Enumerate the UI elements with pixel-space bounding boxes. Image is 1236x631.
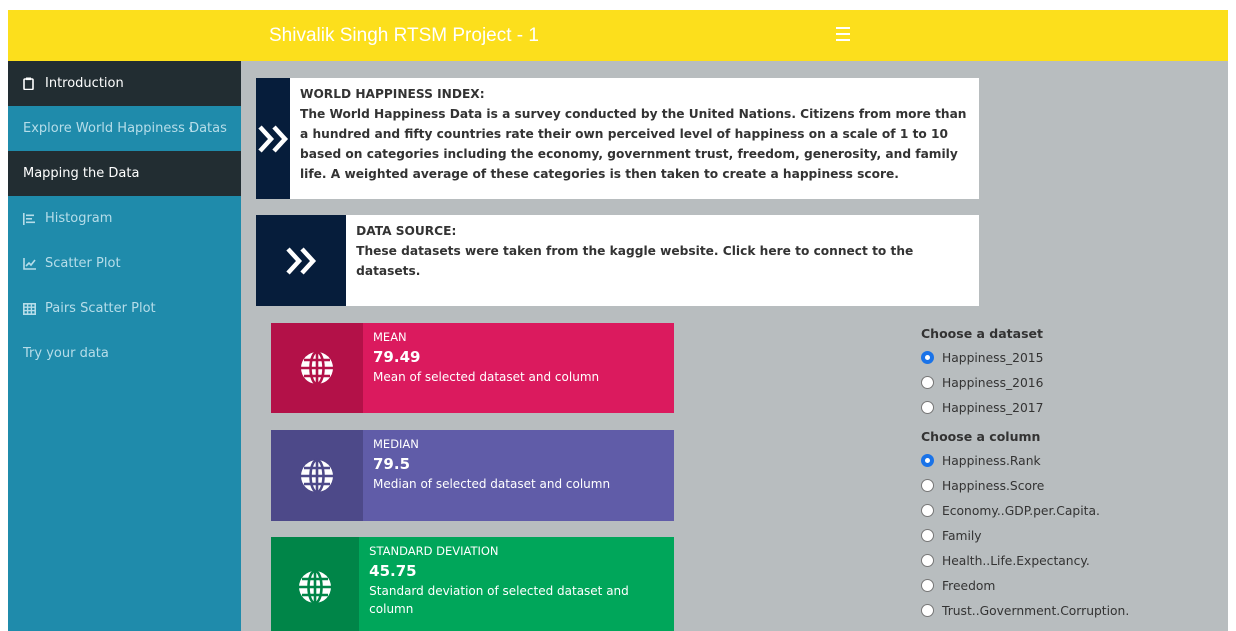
radio-button[interactable] bbox=[921, 479, 934, 492]
radio-label: Health..Life.Expectancy. bbox=[942, 553, 1090, 568]
column-radio-4[interactable]: Health..Life.Expectancy. bbox=[921, 548, 1221, 573]
info-box-data-source: DATA SOURCE: These datasets were taken f… bbox=[256, 215, 979, 306]
column-radio-group: Happiness.Rank Happiness.Score Economy..GD… bbox=[921, 448, 1221, 623]
radio-label: Trust..Government.Corruption. bbox=[942, 603, 1130, 618]
info-box-text: The World Happiness Data is a survey con… bbox=[300, 107, 967, 181]
info-box-world-happiness: WORLD HAPPINESS INDEX: The World Happine… bbox=[256, 78, 979, 199]
radio-button[interactable] bbox=[921, 401, 934, 414]
radio-label: Economy..GDP.per.Capita. bbox=[942, 503, 1100, 518]
radio-button[interactable] bbox=[921, 351, 934, 364]
stat-title: MEAN bbox=[373, 330, 407, 344]
sidebar-item-label: Explore World Happiness Datas bbox=[23, 121, 227, 136]
sidebar-item-try-data[interactable]: Try your data bbox=[8, 331, 241, 376]
dataset-radio-2[interactable]: Happiness_2017 bbox=[921, 395, 1221, 420]
stat-value: 79.5 bbox=[373, 455, 411, 473]
globe-icon bbox=[271, 537, 360, 631]
radio-label: Happiness_2015 bbox=[942, 350, 1044, 365]
column-radio-0[interactable]: Happiness.Rank bbox=[921, 448, 1221, 473]
radio-button[interactable] bbox=[921, 454, 934, 467]
dataset-radio-group: Happiness_2015 Happiness_2016 Happiness_20… bbox=[921, 345, 1221, 420]
column-radio-1[interactable]: Happiness.Score bbox=[921, 473, 1221, 498]
radio-label: Family bbox=[942, 528, 982, 543]
info-box-text[interactable]: These datasets were taken from the kaggl… bbox=[356, 241, 969, 281]
column-radio-5[interactable]: Freedom bbox=[921, 573, 1221, 598]
radio-button[interactable] bbox=[921, 554, 934, 567]
app-title: Shivalik Singh RTSM Project - 1 bbox=[269, 25, 539, 46]
stat-box-median: MEDIAN 79.5 Median of selected dataset a… bbox=[271, 430, 674, 521]
hamburger-menu-icon[interactable] bbox=[836, 27, 850, 41]
sidebar-item-mapping[interactable]: Mapping the Data bbox=[8, 151, 241, 196]
globe-icon bbox=[271, 430, 363, 521]
stat-box-std-dev: STANDARD DEVIATION 45.75 Standard deviat… bbox=[271, 537, 674, 631]
top-header: Shivalik Singh RTSM Project - 1 bbox=[8, 10, 1228, 61]
list-icon bbox=[23, 212, 41, 225]
input-controls: Choose a dataset Happiness_2015 Happiness… bbox=[921, 323, 1221, 623]
sidebar-item-explore[interactable]: Explore World Happiness Datas ‹ bbox=[8, 106, 241, 151]
column-radio-3[interactable]: Family bbox=[921, 523, 1221, 548]
globe-icon bbox=[271, 323, 363, 413]
stat-title: MEDIAN bbox=[373, 437, 419, 451]
radio-button[interactable] bbox=[921, 529, 934, 542]
column-radio-2[interactable]: Economy..GDP.per.Capita. bbox=[921, 498, 1221, 523]
stat-desc: Standard deviation of selected dataset a… bbox=[369, 584, 629, 616]
radio-button[interactable] bbox=[921, 604, 934, 617]
stat-title: STANDARD DEVIATION bbox=[369, 544, 499, 558]
radio-label: Happiness_2016 bbox=[942, 375, 1044, 390]
sidebar-item-label: Pairs Scatter Plot bbox=[45, 301, 156, 316]
dataset-label: Choose a dataset bbox=[921, 326, 1043, 341]
radio-button[interactable] bbox=[921, 579, 934, 592]
table-icon bbox=[23, 302, 41, 315]
sidebar-item-label: Introduction bbox=[45, 76, 124, 91]
main-content: WORLD HAPPINESS INDEX: The World Happine… bbox=[241, 61, 1228, 631]
sidebar-item-introduction[interactable]: Introduction bbox=[8, 61, 241, 106]
stat-desc: Median of selected dataset and column bbox=[373, 477, 611, 491]
stat-value: 45.75 bbox=[369, 562, 417, 580]
stat-box-mean: MEAN 79.49 Mean of selected dataset and … bbox=[271, 323, 674, 413]
sidebar-item-histogram[interactable]: Histogram bbox=[8, 196, 241, 241]
clipboard-icon bbox=[23, 77, 41, 90]
stat-desc: Mean of selected dataset and column bbox=[373, 370, 600, 384]
radio-label: Happiness_2017 bbox=[942, 400, 1044, 415]
stat-value: 79.49 bbox=[373, 348, 421, 366]
sidebar-item-pairs-scatter[interactable]: Pairs Scatter Plot bbox=[8, 286, 241, 331]
radio-label: Happiness.Score bbox=[942, 478, 1045, 493]
info-box-title: WORLD HAPPINESS INDEX: bbox=[300, 87, 485, 101]
line-chart-icon bbox=[23, 257, 41, 270]
column-radio-6[interactable]: Trust..Government.Corruption. bbox=[921, 598, 1221, 623]
radio-button[interactable] bbox=[921, 504, 934, 517]
sidebar-item-scatter-plot[interactable]: Scatter Plot bbox=[8, 241, 241, 286]
double-chevron-right-icon bbox=[256, 215, 347, 306]
radio-label: Happiness.Rank bbox=[942, 453, 1041, 468]
double-chevron-right-icon bbox=[256, 78, 290, 199]
sidebar: Introduction Explore World Happiness Dat… bbox=[8, 61, 241, 631]
sidebar-item-label: Scatter Plot bbox=[45, 256, 121, 271]
radio-label: Freedom bbox=[942, 578, 996, 593]
column-label: Choose a column bbox=[921, 429, 1041, 444]
dataset-radio-0[interactable]: Happiness_2015 bbox=[921, 345, 1221, 370]
sidebar-item-label: Histogram bbox=[45, 211, 113, 226]
sidebar-item-label: Try your data bbox=[23, 346, 109, 361]
dataset-radio-1[interactable]: Happiness_2016 bbox=[921, 370, 1221, 395]
radio-button[interactable] bbox=[921, 376, 934, 389]
sidebar-item-label: Mapping the Data bbox=[23, 166, 140, 181]
angle-left-icon: ‹ bbox=[188, 121, 193, 135]
info-box-title: DATA SOURCE: bbox=[356, 224, 457, 238]
